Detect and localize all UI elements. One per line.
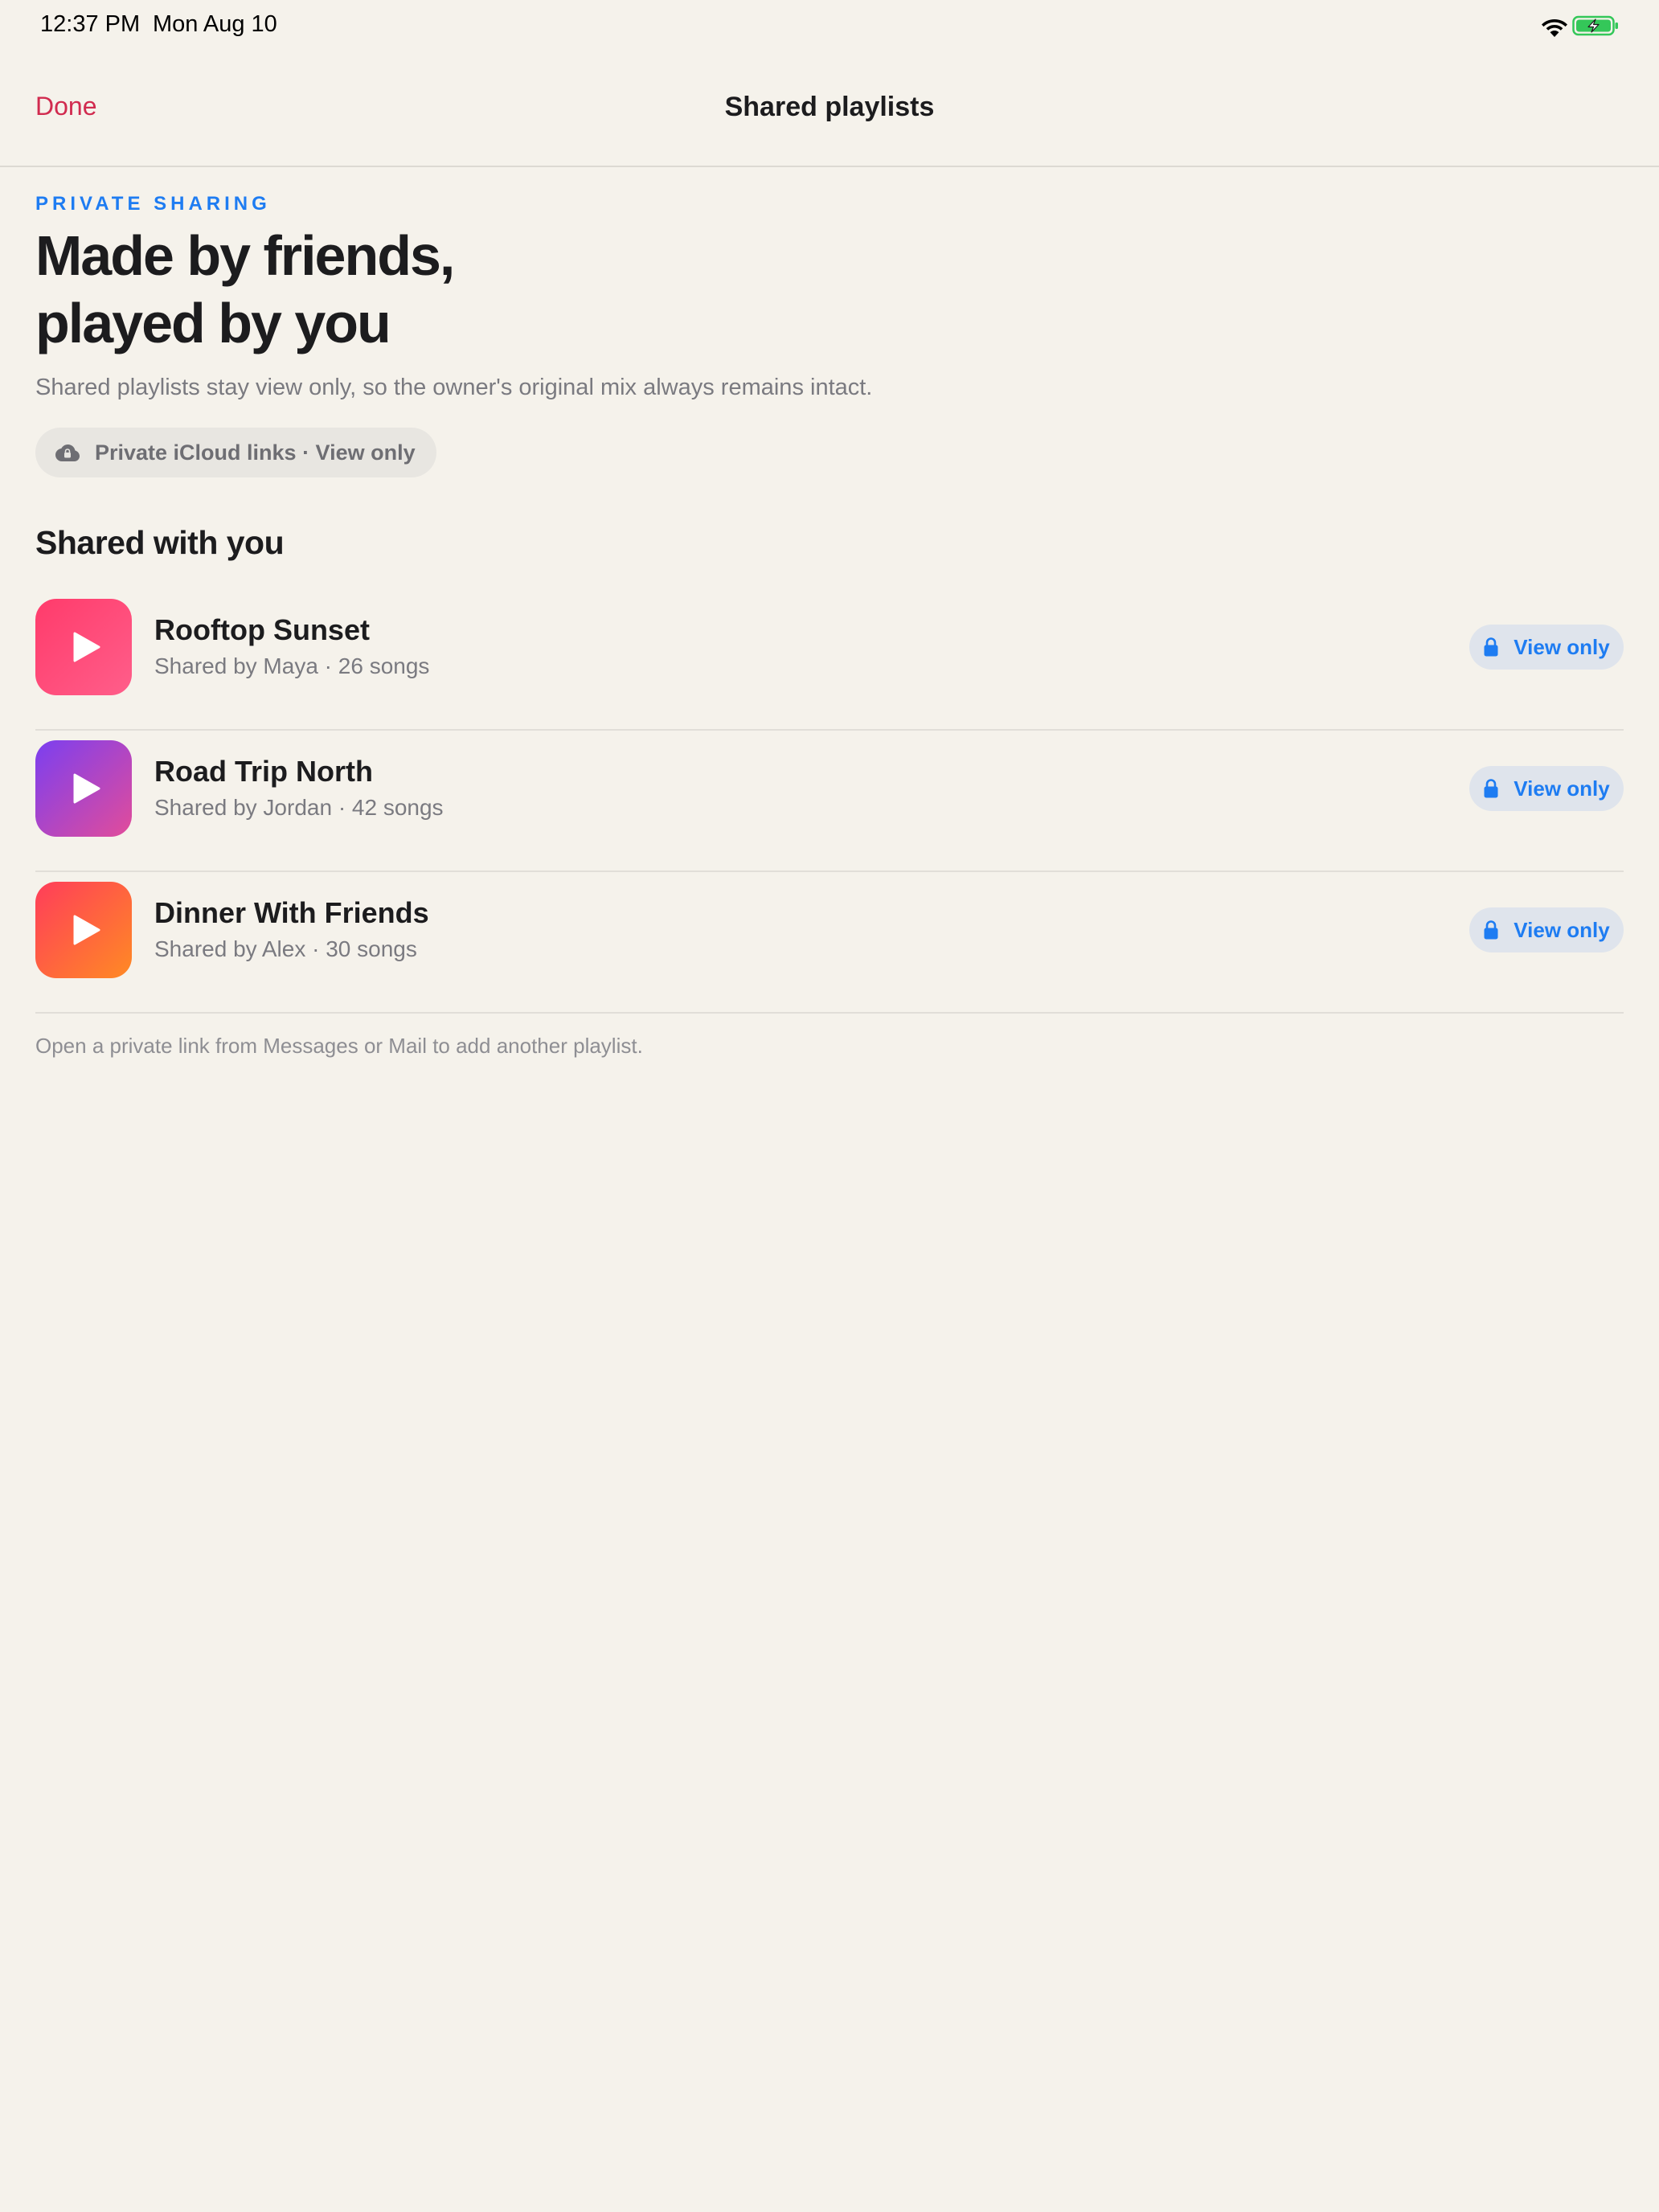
sharing-info-pill: Private iCloud links · View only xyxy=(35,428,436,477)
playlist-artwork[interactable] xyxy=(35,599,132,695)
badge-label: View only xyxy=(1514,776,1610,801)
play-icon xyxy=(73,632,100,662)
playlist-title: Dinner With Friends xyxy=(154,896,429,929)
lock-icon xyxy=(1484,920,1498,940)
playlist-title: Rooftop Sunset xyxy=(154,613,370,646)
lock-icon xyxy=(1484,637,1498,657)
badge-label: View only xyxy=(1514,917,1610,942)
page-headline: Made by friends, played by you xyxy=(35,222,759,357)
headline-line-2: played by you xyxy=(35,292,391,354)
playlist-artwork[interactable] xyxy=(35,740,132,837)
view-only-badge[interactable]: View only xyxy=(1469,907,1624,952)
playlist-subtitle: Shared by Alex · 30 songs xyxy=(154,936,417,961)
status-bar: 12:37 PM Mon Aug 10 xyxy=(0,0,1659,51)
page-subtitle: Shared playlists stay view only, so the … xyxy=(35,375,873,400)
battery-charging-icon xyxy=(1572,15,1618,36)
nav-title: Shared playlists xyxy=(724,92,935,122)
playlist-subtitle: Shared by Jordan · 42 songs xyxy=(154,795,444,820)
playlist-row[interactable]: Rooftop Sunset Shared by Maya · 26 songs… xyxy=(35,589,1624,731)
playlist-title: Road Trip North xyxy=(154,755,373,788)
view-only-badge[interactable]: View only xyxy=(1469,766,1624,811)
headline-line-1: Made by friends, xyxy=(35,224,455,287)
navigation-bar: Done Shared playlists xyxy=(0,51,1659,167)
status-date: Mon Aug 10 xyxy=(153,11,277,37)
play-icon xyxy=(73,915,100,945)
view-only-badge[interactable]: View only xyxy=(1469,625,1624,670)
playlist-list: Rooftop Sunset Shared by Maya · 26 songs… xyxy=(35,589,1624,1014)
shared-playlists-screen: 12:37 PM Mon Aug 10 Done Shared playlist… xyxy=(0,0,1659,2212)
section-title: Shared with you xyxy=(35,524,285,561)
playlist-subtitle: Shared by Maya · 26 songs xyxy=(154,653,430,678)
wifi-icon xyxy=(1542,19,1567,37)
status-time: 12:37 PM xyxy=(40,11,141,37)
lock-icon xyxy=(1484,779,1498,798)
badge-label: View only xyxy=(1514,634,1610,659)
play-icon xyxy=(73,773,100,804)
cloud-lock-icon xyxy=(55,444,80,461)
playlist-row[interactable]: Road Trip North Shared by Jordan · 42 so… xyxy=(35,731,1624,872)
eyebrow-label: PRIVATE SHARING xyxy=(35,193,271,215)
footnote: Open a private link from Messages or Mai… xyxy=(35,1034,643,1058)
playlist-artwork[interactable] xyxy=(35,882,132,978)
playlist-row[interactable]: Dinner With Friends Shared by Alex · 30 … xyxy=(35,872,1624,1014)
pill-label: Private iCloud links · View only xyxy=(95,440,416,465)
